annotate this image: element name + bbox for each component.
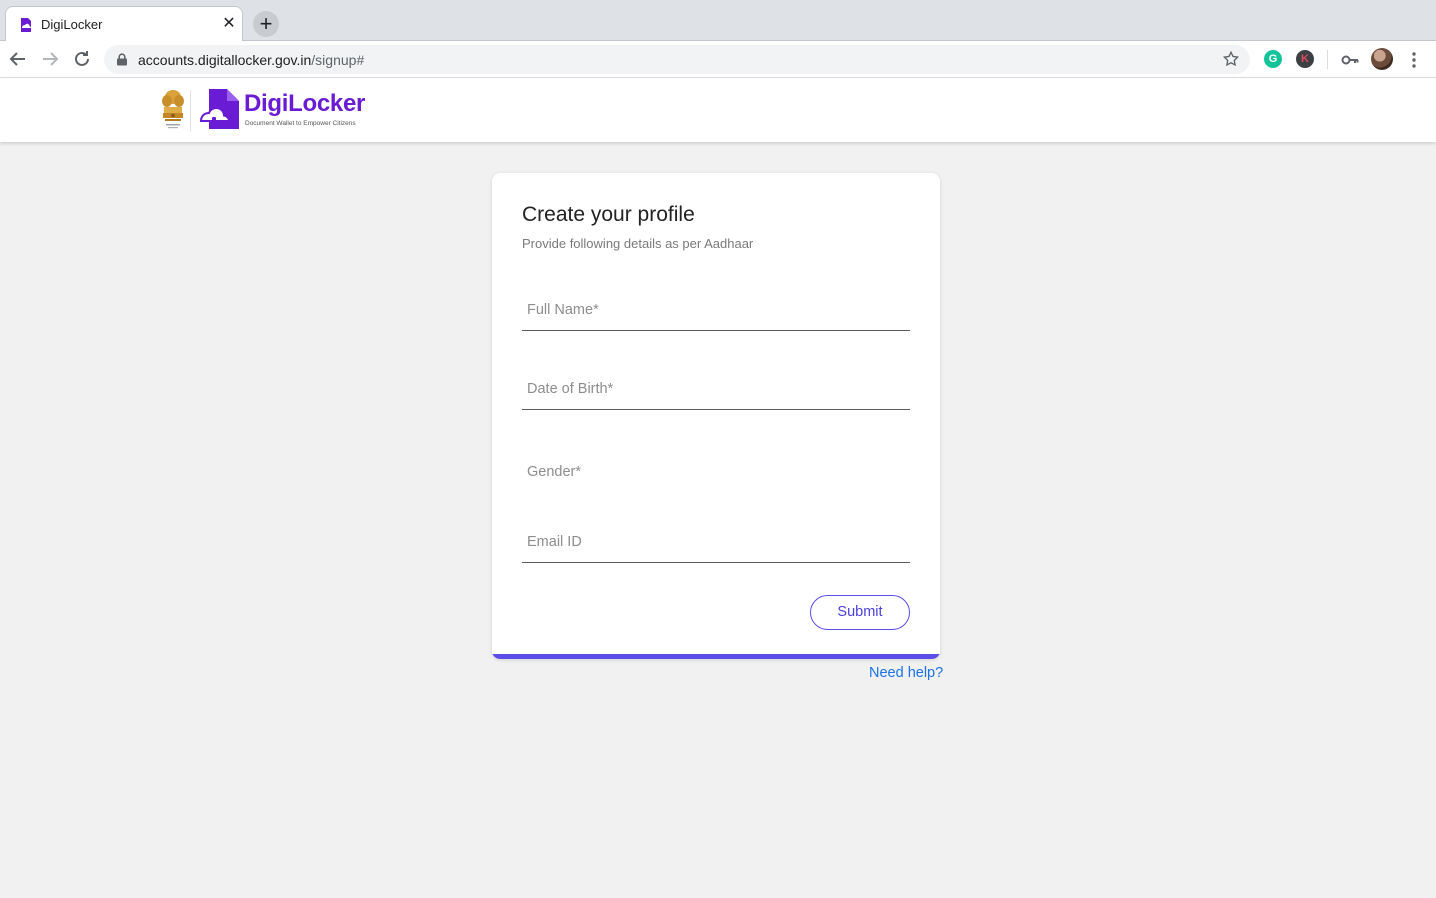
url-host: accounts.digitallocker.gov.in [138, 52, 312, 68]
url-path: /signup# [311, 52, 365, 68]
email-underline [522, 562, 910, 563]
email-field [522, 522, 910, 563]
more-menu-icon[interactable] [1406, 50, 1422, 70]
logo-divider [190, 90, 191, 132]
full-name-field [522, 290, 910, 331]
digilocker-favicon-icon [21, 18, 31, 32]
url-text[interactable]: accounts.digitallocker.gov.in/signup# [138, 52, 364, 68]
bookmark-star-icon[interactable] [1222, 50, 1240, 68]
email-input[interactable] [522, 522, 910, 562]
logo-name[interactable]: DigiLocker [244, 90, 365, 118]
page-title: Create your profile [522, 203, 695, 226]
national-emblem-icon [162, 90, 184, 129]
full-name-input[interactable] [522, 290, 910, 330]
need-help-link[interactable]: Need help? [869, 665, 943, 681]
page-subtitle: Provide following details as per Aadhaar [522, 236, 754, 251]
full-name-underline [522, 330, 910, 331]
browser-tabstrip: DigiLocker ✕ + [0, 0, 1436, 42]
address-bar[interactable]: accounts.digitallocker.gov.in/signup# [104, 45, 1250, 74]
browser-tab[interactable]: DigiLocker ✕ [5, 6, 243, 42]
site-header: DigiLocker Document Wallet to Empower Ci… [0, 78, 1436, 142]
create-profile-card: Create your profile Provide following de… [492, 173, 940, 659]
back-arrow-icon[interactable] [6, 47, 30, 71]
k-extension-icon[interactable]: K [1296, 50, 1314, 68]
gender-field [522, 452, 910, 492]
browser-toolbar: accounts.digitallocker.gov.in/signup# G … [0, 41, 1436, 78]
submit-button[interactable]: Submit [810, 595, 910, 630]
profile-avatar[interactable] [1371, 48, 1393, 70]
toolbar-divider [1327, 50, 1328, 69]
digilocker-logo-icon[interactable] [199, 89, 241, 129]
logo-tagline: Document Wallet to Empower Citizens [245, 120, 356, 127]
date-of-birth-input[interactable] [522, 369, 910, 409]
lock-icon[interactable] [116, 53, 128, 66]
gender-select[interactable] [522, 452, 910, 492]
key-icon[interactable] [1340, 50, 1360, 70]
date-of-birth-field [522, 369, 910, 410]
grammarly-extension-icon[interactable]: G [1264, 50, 1282, 68]
date-of-birth-underline [522, 409, 910, 410]
new-tab-button[interactable]: + [253, 11, 279, 37]
card-accent-bar [492, 654, 940, 659]
reload-icon[interactable] [70, 47, 94, 71]
tab-title: DigiLocker [41, 17, 103, 32]
forward-arrow-icon[interactable] [38, 47, 62, 71]
close-tab-icon[interactable]: ✕ [220, 15, 238, 33]
